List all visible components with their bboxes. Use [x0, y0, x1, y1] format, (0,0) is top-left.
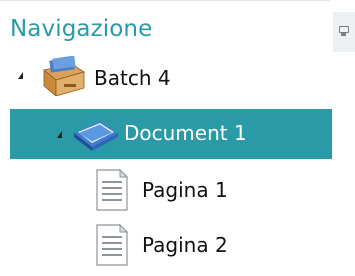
tree-item-page[interactable]: Pagina 1	[0, 165, 355, 215]
page-icon	[96, 168, 129, 211]
expand-arrow-icon[interactable]	[57, 131, 62, 138]
tree-item-label: Pagina 2	[142, 233, 228, 257]
tree-item-batch[interactable]: Batch 4	[0, 54, 355, 100]
page-icon	[96, 223, 129, 266]
archive-box-icon	[43, 56, 85, 96]
document-book-icon	[74, 121, 118, 151]
tree-item-label: Document 1	[124, 121, 247, 145]
pin-icon	[339, 26, 349, 33]
expand-arrow-icon[interactable]	[18, 72, 23, 79]
tree-item-label: Batch 4	[94, 66, 171, 90]
pin-icon-stem	[341, 33, 346, 36]
panel-title: Navigazione	[10, 16, 153, 42]
tree-item-page[interactable]: Pagina 2	[0, 221, 355, 271]
top-border	[0, 0, 330, 1]
pin-panel-button[interactable]	[333, 12, 355, 52]
tree-item-label: Pagina 1	[142, 178, 228, 202]
tree-item-document[interactable]: Document 1	[10, 109, 332, 159]
